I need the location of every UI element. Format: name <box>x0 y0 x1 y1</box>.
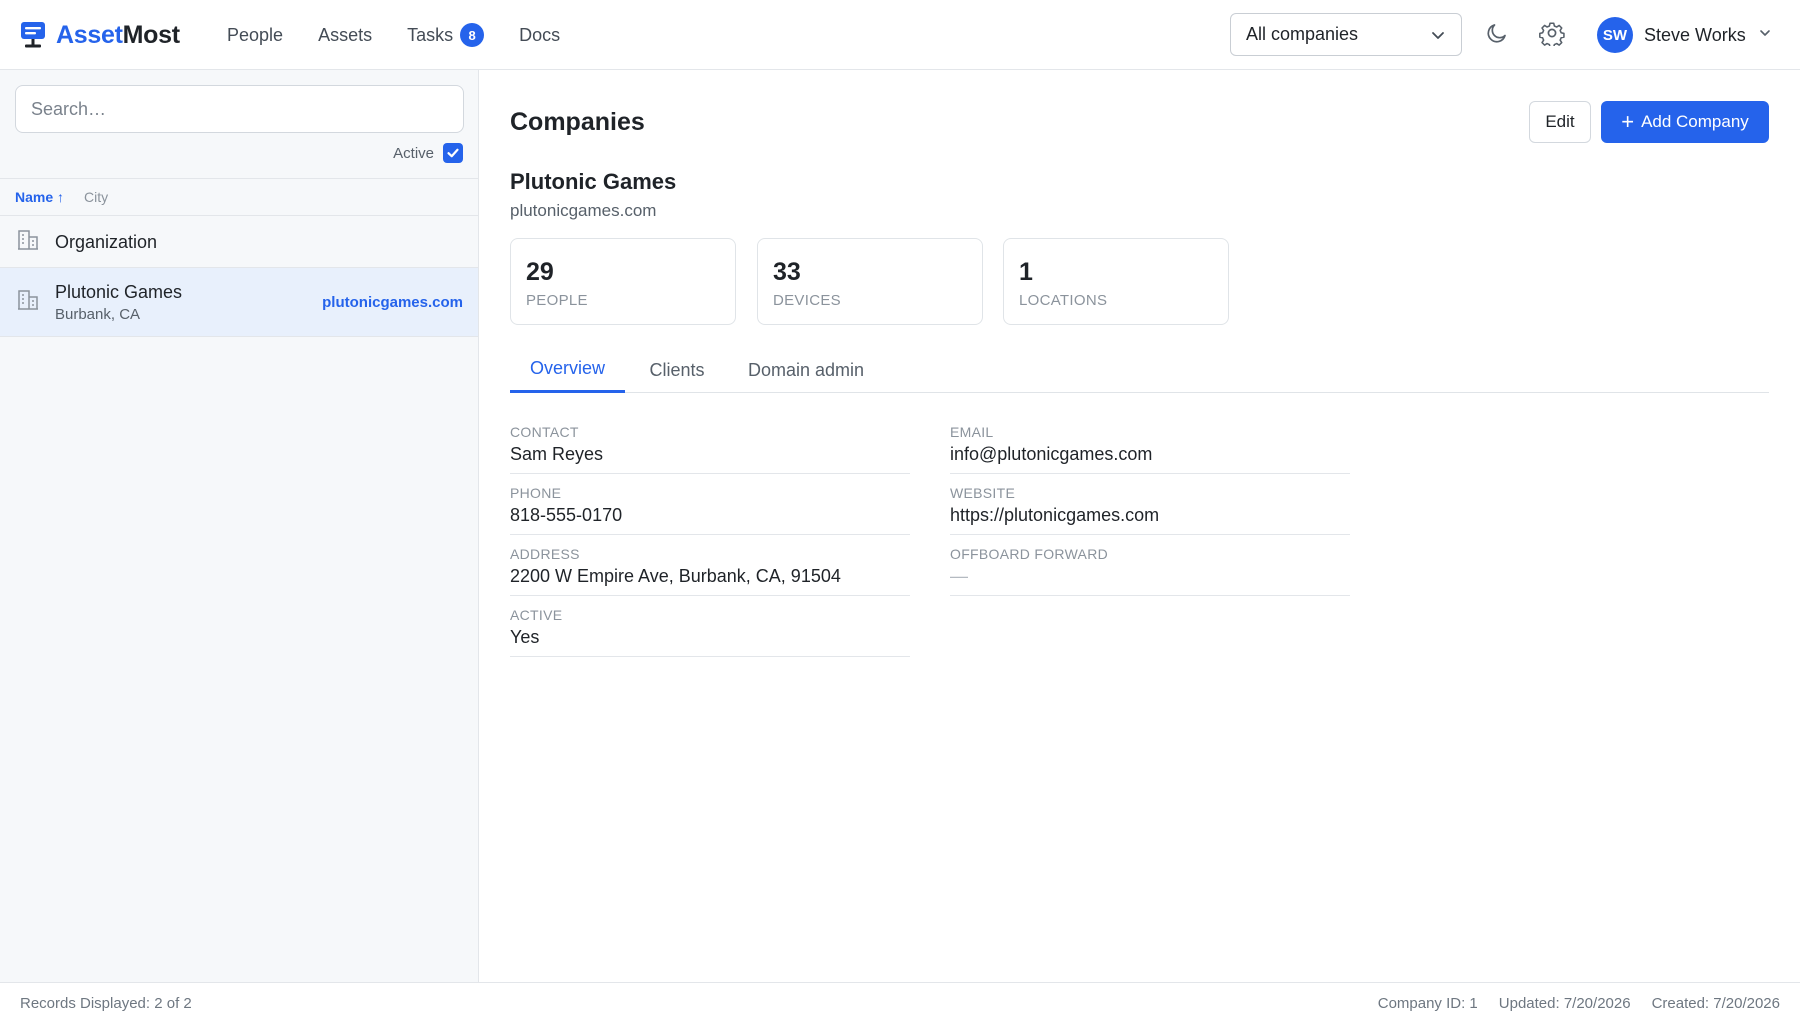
stat-label: Locations <box>1019 292 1108 309</box>
field-value: info@plutonicgames.com <box>950 444 1153 464</box>
field-value: Yes <box>510 627 540 647</box>
sort-by-city-header[interactable]: City <box>84 189 108 205</box>
nav-people[interactable]: People <box>227 25 283 46</box>
stat-value: 29 <box>526 258 554 286</box>
stat-card-people[interactable]: 29 People <box>510 238 736 325</box>
company-filter-value: All companies <box>1246 24 1359 44</box>
chevron-down-icon <box>1758 26 1772 45</box>
created-date: Created: 7/20/2026 <box>1651 995 1780 1012</box>
dark-mode-toggle[interactable] <box>1482 20 1512 50</box>
field-label: Offboard Forward <box>950 546 1109 562</box>
company-domain: plutonicgames.com <box>510 201 657 220</box>
stat-value: 1 <box>1019 258 1033 286</box>
field-label: Email <box>950 424 994 440</box>
detail-tabs: Overview Clients Domain admin <box>510 347 1769 393</box>
tab-overview[interactable]: Overview <box>510 347 625 393</box>
stat-label: Devices <box>773 292 841 309</box>
nav-assets[interactable]: Assets <box>318 25 372 46</box>
user-menu[interactable]: SW Steve Works <box>1597 17 1772 53</box>
stat-card-locations[interactable]: 1 Locations <box>1003 238 1229 325</box>
field-value: https://plutonicgames.com <box>950 505 1160 525</box>
tasks-count-badge: 8 <box>460 23 485 47</box>
search-input[interactable] <box>15 85 464 133</box>
page-title: Companies <box>510 108 645 136</box>
top-bar: AssetMost People Assets Tasks 8 Docs All… <box>0 0 1800 70</box>
plus-icon: + <box>1621 109 1635 134</box>
field-label: Address <box>510 546 580 562</box>
field-value: 2200 W Empire Ave, Burbank, CA, 91504 <box>510 566 841 586</box>
moon-icon <box>1485 21 1509 50</box>
field-active: Active Yes <box>510 600 910 657</box>
field-label: Phone <box>510 485 562 501</box>
company-title: Plutonic Games <box>510 169 677 194</box>
field-phone: Phone 818-555-0170 <box>510 478 910 535</box>
edit-button[interactable]: Edit <box>1529 101 1591 143</box>
settings-button[interactable] <box>1537 20 1567 50</box>
field-value: 818-555-0170 <box>510 505 623 525</box>
record-meta: Company ID: 1 Updated: 7/20/2026 Created… <box>1357 995 1780 1012</box>
field-address: Address 2200 W Empire Ave, Burbank, CA, … <box>510 539 910 596</box>
chevron-down-icon <box>1429 26 1447 49</box>
field-value: Sam Reyes <box>510 444 604 464</box>
field-offboard-forward: Offboard Forward — <box>950 539 1350 596</box>
gear-icon <box>1539 20 1565 51</box>
list-column-headers: Name ↑ City <box>0 178 478 216</box>
stat-label: People <box>526 292 588 309</box>
company-id: Company ID: 1 <box>1377 995 1478 1012</box>
company-list-sidebar: Active Name ↑ City Organization Plutonic… <box>0 70 479 982</box>
monitor-icon <box>20 21 46 49</box>
tab-domain-admin[interactable]: Domain admin <box>743 347 869 393</box>
active-filter-label: Active <box>393 144 434 162</box>
building-icon <box>16 228 40 257</box>
app-name: AssetMost <box>56 20 180 49</box>
tab-clients[interactable]: Clients <box>642 347 712 393</box>
field-label: Active <box>510 607 563 623</box>
stat-card-devices[interactable]: 33 Devices <box>757 238 983 325</box>
field-label: Contact <box>510 424 579 440</box>
updated-date: Updated: 7/20/2026 <box>1498 995 1631 1012</box>
add-company-button[interactable]: + Add Company <box>1601 101 1769 143</box>
company-city: Burbank, CA <box>55 305 141 323</box>
records-count: Records Displayed: 2 of 2 <box>20 995 192 1012</box>
app-logo[interactable]: AssetMost <box>20 18 180 52</box>
field-label: Website <box>950 485 1016 501</box>
active-filter[interactable]: Active <box>393 143 463 163</box>
field-email: Email info@plutonicgames.com <box>950 417 1350 474</box>
company-domain-link[interactable]: plutonicgames.com <box>322 294 463 311</box>
check-icon <box>447 148 459 158</box>
company-filter-select[interactable]: All companies <box>1230 13 1462 56</box>
field-value: — <box>950 566 968 586</box>
company-detail: Companies Edit + Add Company Plutonic Ga… <box>480 70 1800 982</box>
field-website: Website https://plutonicgames.com <box>950 478 1350 535</box>
list-item[interactable]: Organization <box>0 217 478 268</box>
sort-by-name-header[interactable]: Name ↑ <box>15 189 64 205</box>
company-name: Organization <box>55 231 158 252</box>
building-icon <box>16 288 40 317</box>
user-name: Steve Works <box>1644 24 1746 45</box>
status-footer: Records Displayed: 2 of 2 Company ID: 1 … <box>0 982 1800 1022</box>
list-item-selected[interactable]: Plutonic Games Burbank, CA plutonicgames… <box>0 268 478 337</box>
field-contact: Contact Sam Reyes <box>510 417 910 474</box>
main-nav: People Assets Tasks 8 Docs <box>227 0 595 70</box>
company-name: Plutonic Games <box>55 281 183 302</box>
avatar: SW <box>1597 17 1633 53</box>
active-checkbox[interactable] <box>443 143 463 163</box>
nav-docs[interactable]: Docs <box>519 25 560 46</box>
nav-tasks[interactable]: Tasks 8 <box>407 23 485 47</box>
stat-value: 33 <box>773 258 801 286</box>
